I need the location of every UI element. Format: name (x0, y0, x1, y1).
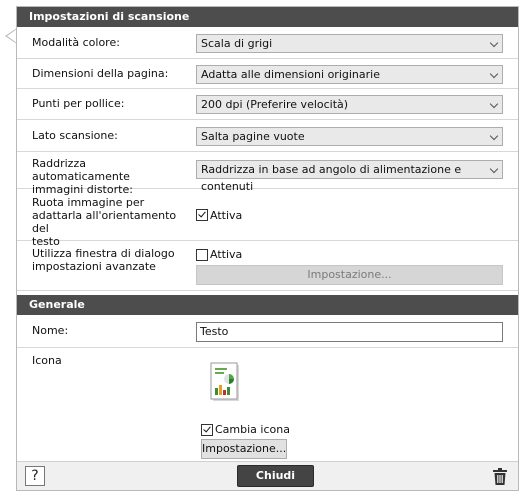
change-icon-label: Cambia icona (215, 423, 290, 436)
color-mode-select[interactable]: Scala di grigi (196, 34, 503, 53)
row-rotate: Ruota immagine per adattarla all'orienta… (17, 189, 518, 248)
page-size-select[interactable]: Adatta alle dimensioni originarie (196, 65, 503, 84)
chevron-down-icon (489, 69, 499, 79)
row-icon: Icona Cambia icona Impostazione... (17, 348, 518, 461)
page-size-value: Adatta alle dimensioni originarie (201, 68, 380, 81)
advanced-label-line1: Utilizza finestra di dialogo (32, 247, 175, 260)
color-mode-label: Modalità colore: (32, 36, 120, 49)
advanced-checkbox-label: Attiva (210, 248, 243, 261)
row-advanced: Utilizza finestra di dialogo impostazion… (17, 241, 518, 291)
dpi-select[interactable]: 200 dpi (Preferire velocità) (196, 95, 503, 114)
scan-side-label: Lato scansione: (32, 129, 118, 142)
chevron-down-icon (489, 38, 499, 48)
deskew-label-line1: Raddrizza automaticamente (32, 157, 130, 183)
advanced-checkbox[interactable] (196, 249, 208, 261)
dpi-label: Punti per pollice: (32, 97, 125, 110)
rotate-checkbox[interactable] (196, 209, 208, 221)
section-header-scan-settings: Impostazioni di scansione (17, 7, 518, 27)
chevron-down-icon (489, 131, 499, 141)
row-deskew: Raddrizza automaticamente immagini disto… (17, 152, 518, 196)
document-chart-icon (210, 362, 239, 401)
chevron-down-icon (489, 99, 499, 109)
rotate-checkbox-label: Attiva (210, 209, 243, 222)
dpi-value: 200 dpi (Preferire velocità) (201, 98, 349, 111)
advanced-label: Utilizza finestra di dialogo impostazion… (32, 247, 182, 273)
scan-settings-panel: Impostazioni di scansione Modalità color… (16, 6, 519, 491)
row-color-mode: Modalità colore: Scala di grigi (17, 27, 518, 59)
rotate-label-line2: adattarla all'orientamento del (32, 209, 177, 235)
chevron-down-icon (489, 164, 499, 174)
close-button[interactable]: Chiudi (237, 465, 314, 487)
scan-side-select[interactable]: Salta pagine vuote (196, 127, 503, 146)
name-input[interactable]: Testo (196, 322, 503, 342)
icon-label: Icona (32, 354, 62, 367)
row-page-size: Dimensioni della pagina: Adatta alle dim… (17, 59, 518, 89)
trash-icon[interactable] (493, 468, 507, 485)
color-mode-value: Scala di grigi (201, 37, 273, 50)
page-size-label: Dimensioni della pagina: (32, 67, 169, 80)
name-label: Nome: (32, 324, 69, 337)
icon-settings-button[interactable]: Impostazione... (201, 439, 287, 459)
advanced-settings-button[interactable]: Impostazione... (196, 265, 503, 285)
rotate-label-line1: Ruota immagine per (32, 196, 145, 209)
footer-bar: ? Chiudi (17, 461, 518, 490)
row-scan-side: Lato scansione: Salta pagine vuote (17, 120, 518, 152)
deskew-select[interactable]: Raddrizza in base ad angolo di alimentaz… (196, 160, 503, 193)
row-name: Nome: Testo (17, 315, 518, 348)
row-dpi: Punti per pollice: 200 dpi (Preferire ve… (17, 89, 518, 120)
scan-side-value: Salta pagine vuote (201, 130, 305, 143)
help-button[interactable]: ? (25, 466, 45, 486)
change-icon-checkbox[interactable] (201, 424, 213, 436)
section-header-general: Generale (17, 295, 518, 315)
advanced-label-line2: impostazioni avanzate (32, 260, 156, 273)
